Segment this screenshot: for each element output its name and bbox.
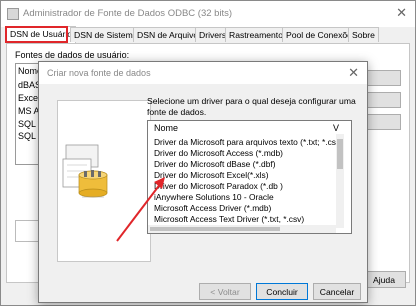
- list-item[interactable]: SQL: [18, 119, 36, 129]
- tab-highlight-box: [5, 26, 68, 43]
- driver-item[interactable]: Microsoft Access Driver (*.mdb): [154, 203, 271, 213]
- driver-list-vscroll-thumb[interactable]: [337, 139, 343, 169]
- finish-button[interactable]: Concluir: [256, 283, 308, 300]
- driver-list-header-name[interactable]: Nome: [154, 122, 178, 134]
- list-item[interactable]: Exce: [18, 93, 38, 103]
- driver-list-header-version[interactable]: V: [333, 122, 339, 134]
- odbc-app-icon: [7, 8, 19, 20]
- driver-item[interactable]: Driver do Microsoft Access (*.mdb): [154, 148, 283, 158]
- dialog-close-icon[interactable]: ✕: [348, 65, 359, 81]
- driver-item[interactable]: iAnywhere Solutions 10 - Oracle: [154, 192, 274, 202]
- driver-item[interactable]: Driver do Microsoft dBase (*.dbf): [154, 159, 275, 169]
- driver-item[interactable]: Driver do Microsoft Excel(*.xls): [154, 170, 268, 180]
- cancel-button[interactable]: Cancelar: [313, 283, 361, 300]
- info-icon: [15, 220, 39, 242]
- driver-prompt: Selecione um driver para o qual deseja c…: [147, 96, 356, 117]
- driver-list-hscroll-thumb[interactable]: [150, 227, 280, 231]
- dialog-titlebar: Criar nova fonte de dados ✕: [39, 62, 367, 84]
- window-title: Administrador de Fonte de Dados ODBC (32…: [23, 8, 233, 19]
- user-datasources-label: Fontes de dados de usuário:: [15, 50, 130, 60]
- create-datasource-dialog: Criar nova fonte de dados ✕ Selecione um…: [38, 61, 368, 303]
- driver-item[interactable]: Driver da Microsoft para arquivos texto …: [154, 137, 343, 147]
- tab-file-dsn[interactable]: DSN de Arquivo: [133, 27, 203, 42]
- dialog-title: Criar nova fonte de dados: [47, 68, 151, 78]
- tab-system-dsn[interactable]: DSN de Sistema: [70, 27, 142, 42]
- help-button[interactable]: Ajuda: [362, 271, 406, 288]
- wizard-illustration: [57, 100, 151, 262]
- tab-tracing[interactable]: Rastreamento: [225, 27, 287, 42]
- database-stack-icon: [62, 144, 108, 198]
- driver-item[interactable]: Microsoft Access Text Driver (*.txt, *.c…: [154, 214, 304, 224]
- tab-about[interactable]: Sobre: [348, 27, 379, 42]
- back-button[interactable]: < Voltar: [199, 283, 251, 300]
- driver-item[interactable]: Driver do Microsoft Paradox (*.db ): [154, 181, 283, 191]
- window-close-icon[interactable]: ✕: [396, 5, 407, 21]
- window-titlebar: Administrador de Fonte de Dados ODBC (32…: [1, 1, 415, 27]
- list-item[interactable]: SQL: [18, 131, 36, 141]
- list-item[interactable]: MS A: [18, 106, 40, 116]
- driver-list[interactable]: Nome V Driver da Microsoft para arquivos…: [147, 120, 352, 234]
